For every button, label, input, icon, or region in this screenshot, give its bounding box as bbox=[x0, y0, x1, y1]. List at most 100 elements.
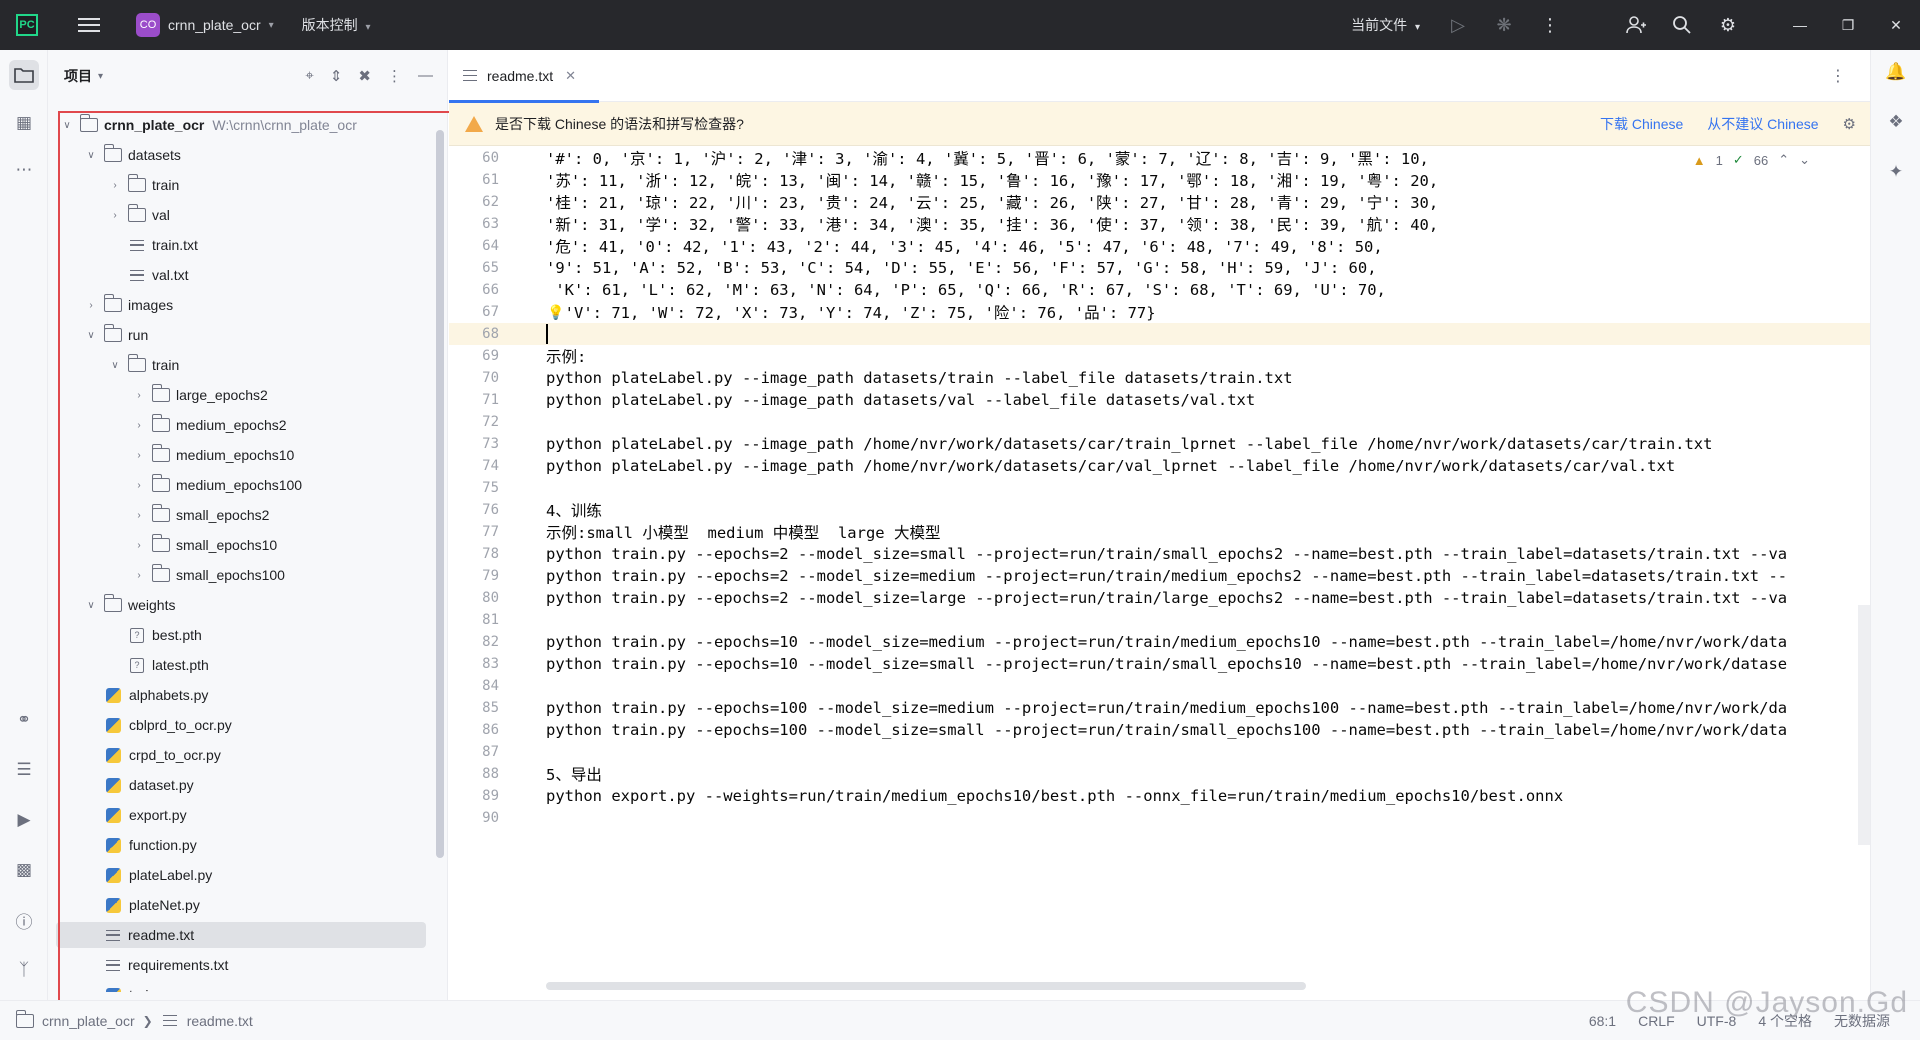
code-line[interactable]: 90 bbox=[449, 807, 1870, 829]
chevron-right-icon[interactable]: › bbox=[108, 180, 122, 191]
lightbulb-icon[interactable]: 💡 bbox=[547, 304, 564, 321]
tree-file[interactable]: readme.txt bbox=[56, 922, 426, 948]
tree-folder[interactable]: ∨ datasets bbox=[56, 142, 426, 168]
code-line[interactable]: 68 bbox=[449, 323, 1870, 345]
tree-folder[interactable]: › small_epochs10 bbox=[56, 532, 426, 558]
debug-icon[interactable]: ❋ bbox=[1492, 13, 1516, 37]
code-line[interactable]: 86 python train.py --epochs=100 --model_s… bbox=[449, 719, 1870, 741]
code-line[interactable]: 83 python train.py --epochs=10 --model_si… bbox=[449, 653, 1870, 675]
tree-file[interactable]: function.py bbox=[56, 832, 426, 858]
search-icon[interactable] bbox=[1670, 13, 1694, 37]
chevron-right-icon[interactable]: › bbox=[108, 210, 122, 221]
tree-folder[interactable]: › medium_epochs2 bbox=[56, 412, 426, 438]
project-tool-folder-icon[interactable] bbox=[9, 60, 39, 90]
tree-folder[interactable]: › large_epochs2 bbox=[56, 382, 426, 408]
breadcrumb-file[interactable]: readme.txt bbox=[187, 1013, 253, 1029]
code-line[interactable]: 81 bbox=[449, 609, 1870, 631]
minimize-button[interactable]: — bbox=[1776, 0, 1824, 50]
code-line[interactable]: 62 '桂': 21, '琼': 22, '川': 23, '贵': 24, '云… bbox=[449, 191, 1870, 213]
code-line[interactable]: 77 示例:small 小模型 medium 中模型 large 大模型 bbox=[449, 521, 1870, 543]
tree-file[interactable]: export.py bbox=[56, 802, 426, 828]
tree-file[interactable]: dataset.py bbox=[56, 772, 426, 798]
code-line[interactable]: 79 python train.py --epochs=2 --model_siz… bbox=[449, 565, 1870, 587]
tree-folder[interactable]: › medium_epochs10 bbox=[56, 442, 426, 468]
tree-file[interactable]: plateLabel.py bbox=[56, 862, 426, 888]
project-switcher[interactable]: CO crnn_plate_ocr ▾ bbox=[136, 13, 274, 37]
tree-file[interactable]: ? best.pth bbox=[56, 622, 426, 648]
more-tools-icon[interactable]: ⋯ bbox=[9, 155, 39, 185]
code-line[interactable]: 71 python plateLabel.py --image_path data… bbox=[449, 389, 1870, 411]
close-window-button[interactable]: ✕ bbox=[1872, 0, 1920, 50]
code-line[interactable]: 84 bbox=[449, 675, 1870, 697]
code-line[interactable]: 88 5、导出 bbox=[449, 763, 1870, 785]
code-line[interactable]: 78 python train.py --epochs=2 --model_siz… bbox=[449, 543, 1870, 565]
code-line[interactable]: 70 python plateLabel.py --image_path data… bbox=[449, 367, 1870, 389]
code-line[interactable]: 65 '9': 51, 'A': 52, 'B': 53, 'C': 54, 'D… bbox=[449, 257, 1870, 279]
gear-icon[interactable]: ⚙ bbox=[1843, 115, 1856, 133]
code-line[interactable]: 69 示例: bbox=[449, 345, 1870, 367]
tree-file[interactable]: plateNet.py bbox=[56, 892, 426, 918]
tree-folder[interactable]: › medium_epochs100 bbox=[56, 472, 426, 498]
settings-icon[interactable]: ⚙ bbox=[1716, 13, 1740, 37]
close-icon[interactable]: ✕ bbox=[565, 68, 576, 84]
editor-vertical-scrollbar[interactable] bbox=[1858, 605, 1870, 845]
options-more-icon[interactable]: ⋮ bbox=[387, 67, 402, 85]
code-line[interactable]: 74 python plateLabel.py --image_path /hom… bbox=[449, 455, 1870, 477]
chevron-right-icon[interactable]: › bbox=[132, 570, 146, 581]
tree-folder[interactable]: ∨ run bbox=[56, 322, 426, 348]
vcs-menu[interactable]: 版本控制 ▾ bbox=[302, 15, 371, 35]
code-line[interactable]: 73 python plateLabel.py --image_path /hom… bbox=[449, 433, 1870, 455]
more-vert-icon[interactable]: ⋮ bbox=[1538, 13, 1562, 37]
terminal-icon[interactable]: ▩ bbox=[9, 855, 39, 885]
locate-target-icon[interactable]: ⌖ bbox=[305, 67, 313, 85]
chevron-right-icon[interactable]: › bbox=[132, 510, 146, 521]
code-line[interactable]: 61 '苏': 11, '浙': 12, '皖': 13, '闽': 14, '赣… bbox=[449, 169, 1870, 191]
tab-options-more-icon[interactable]: ⋮ bbox=[1830, 66, 1846, 86]
tree-folder[interactable]: › images bbox=[56, 292, 426, 318]
tree-file[interactable]: ? latest.pth bbox=[56, 652, 426, 678]
never-suggest-chinese-link[interactable]: 从不建议 Chinese bbox=[1707, 114, 1818, 134]
tree-folder[interactable]: ∨ train bbox=[56, 352, 426, 378]
breadcrumb-project[interactable]: crnn_plate_ocr bbox=[42, 1013, 135, 1029]
tree-folder[interactable]: › val bbox=[56, 202, 426, 228]
tree-folder[interactable]: › train bbox=[56, 172, 426, 198]
code-line[interactable]: 82 python train.py --epochs=10 --model_si… bbox=[449, 631, 1870, 653]
tree-root[interactable]: ∨ crnn_plate_ocr W:\crnn\crnn_plate_ocr bbox=[60, 112, 430, 138]
collapse-all-icon[interactable]: ✖ bbox=[358, 67, 371, 85]
run-icon[interactable]: ▷ bbox=[1446, 13, 1470, 37]
expand-all-icon[interactable]: ⇕ bbox=[330, 67, 343, 85]
add-user-icon[interactable] bbox=[1624, 13, 1648, 37]
chevron-down-icon[interactable]: ∨ bbox=[84, 330, 98, 341]
code-line[interactable]: 63 '新': 31, '学': 32, '警': 33, '港': 34, '澳… bbox=[449, 213, 1870, 235]
git-branch-icon[interactable]: ᛉ bbox=[9, 955, 39, 985]
tree-folder[interactable]: › small_epochs2 bbox=[56, 502, 426, 528]
python-packages-icon[interactable]: ⚭ bbox=[9, 705, 39, 735]
services-run-icon[interactable]: ▶ bbox=[9, 805, 39, 835]
chevron-right-icon[interactable]: › bbox=[84, 300, 98, 311]
code-line[interactable]: 60 '#': 0, '京': 1, '沪': 2, '津': 3, '渝': 4… bbox=[449, 147, 1870, 169]
chevron-down-icon[interactable]: ∨ bbox=[60, 120, 74, 131]
tree-file[interactable]: crpd_to_ocr.py bbox=[56, 742, 426, 768]
tree-file[interactable]: cblprd_to_ocr.py bbox=[56, 712, 426, 738]
code-line[interactable]: 87 bbox=[449, 741, 1870, 763]
horizontal-scrollbar[interactable] bbox=[546, 982, 1306, 990]
chevron-right-icon[interactable]: › bbox=[132, 540, 146, 551]
tree-file[interactable]: train.txt bbox=[56, 232, 426, 258]
tree-file[interactable]: alphabets.py bbox=[56, 682, 426, 708]
notifications-bell-icon[interactable]: 🔔 bbox=[1885, 62, 1907, 84]
chevron-down-icon[interactable]: ∨ bbox=[108, 360, 122, 371]
problems-icon[interactable]: ⓘ bbox=[9, 905, 39, 935]
copilot-icon[interactable]: ✦ bbox=[1885, 162, 1907, 184]
chevron-down-icon[interactable]: ∨ bbox=[84, 150, 98, 161]
chevron-down-icon[interactable]: ∨ bbox=[84, 600, 98, 611]
chevron-right-icon[interactable]: › bbox=[132, 480, 146, 491]
code-line[interactable]: 67 'V': 71, 'W': 72, 'X': 73, 'Y': 74, '… bbox=[449, 301, 1870, 323]
main-menu-icon[interactable] bbox=[78, 18, 100, 32]
maximize-button[interactable]: ❐ bbox=[1824, 0, 1872, 50]
code-line[interactable]: 75 bbox=[449, 477, 1870, 499]
caret-position[interactable]: 68:1 bbox=[1589, 1013, 1616, 1029]
tab-readme[interactable]: readme.txt ✕ bbox=[449, 50, 599, 103]
run-config-selector[interactable]: 当前文件 ▾ bbox=[1351, 15, 1420, 35]
chevron-right-icon[interactable]: › bbox=[132, 450, 146, 461]
tree-file[interactable]: val.txt bbox=[56, 262, 426, 288]
